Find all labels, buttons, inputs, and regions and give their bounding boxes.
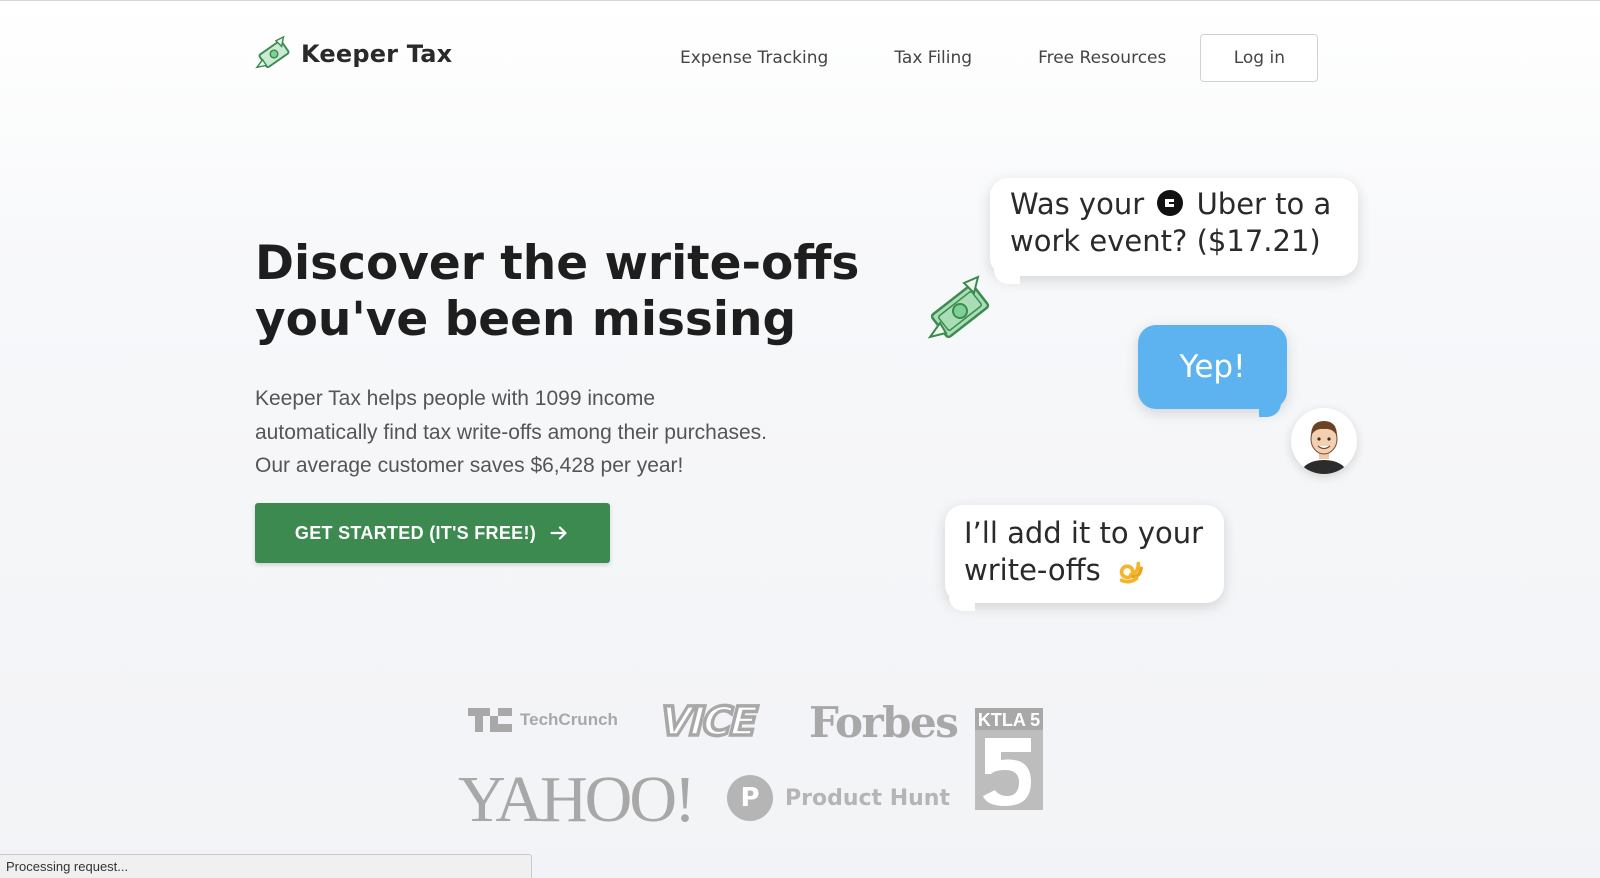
techcrunch-text: TechCrunch — [520, 710, 618, 729]
brand-logo[interactable]: Keeper Tax — [255, 35, 452, 73]
uber-icon — [1157, 190, 1184, 216]
chat-confirm-line2: write-offs — [964, 553, 1101, 587]
get-started-label: GET STARTED (IT'S FREE!) — [294, 522, 537, 543]
nav-free-resources[interactable]: Free Resources — [1038, 48, 1166, 68]
chat-bubble-reply: Yep! — [1138, 325, 1287, 417]
ktla-text: KTLA 5 — [978, 710, 1040, 730]
get-started-button[interactable]: GET STARTED (IT'S FREE!) — [255, 503, 610, 563]
bubble-tail — [994, 270, 1020, 284]
chat-question-part1: Was your — [1010, 187, 1145, 221]
forbes-logo: Forbes — [809, 698, 959, 747]
bubble-tail — [949, 597, 975, 611]
brand-name: Keeper Tax — [301, 40, 453, 68]
chat-question-part2: Uber to a — [1196, 187, 1332, 221]
hero-description: Keeper Tax helps people with 1099 income… — [255, 382, 795, 483]
producthunt-text: Product Hunt — [785, 785, 950, 811]
arrow-right-icon — [550, 526, 567, 540]
bubble-tail — [1259, 403, 1281, 417]
techcrunch-logo: TechCrunch — [468, 708, 618, 732]
chat-confirm-line1: I’ll add it to your — [964, 516, 1204, 550]
hero-desc-line1: Keeper Tax helps people with 1099 income — [255, 387, 656, 410]
hero-desc-line2: automatically find tax write-offs among … — [255, 420, 768, 444]
producthunt-mark: P — [727, 775, 773, 821]
producthunt-logo: P Product Hunt — [727, 775, 950, 821]
chat-bubble-confirm: I’ll add it to your write-offs — [945, 505, 1224, 611]
hero-desc-line3: Our average customer saves $6,428 per ye… — [255, 454, 684, 477]
ok-hand-emoji-icon — [1119, 561, 1143, 584]
chat-reply-text: Yep! — [1179, 349, 1246, 385]
money-wings-logo-icon — [255, 35, 290, 69]
chat-question-part3: work event? ($17.21) — [1010, 224, 1321, 258]
hero-title-line2: you've been missing — [255, 292, 797, 347]
ktla5-logo: KTLA 5 — [975, 708, 1043, 810]
svg-text:VICE: VICE — [655, 698, 761, 743]
login-button[interactable]: Log in — [1200, 34, 1319, 82]
status-text: Processing request... — [6, 859, 129, 874]
main-nav: Expense Tracking Tax Filing Free Resourc… — [680, 34, 1319, 82]
top-border — [0, 0, 1600, 1]
user-avatar — [1291, 408, 1357, 474]
money-wings-icon — [927, 275, 990, 339]
browser-status-bar: Processing request... — [0, 854, 532, 878]
nav-expense-tracking[interactable]: Expense Tracking — [680, 48, 828, 68]
techcrunch-mark — [468, 708, 512, 732]
chat-bubble-question: Was your Uber to a work event? ($17.21) — [990, 178, 1358, 284]
nav-tax-filing[interactable]: Tax Filing — [894, 48, 972, 68]
hero-title: Discover the write-offs you've been miss… — [255, 236, 875, 348]
yahoo-logo: YAHOO! — [458, 763, 696, 836]
hero-title-line1: Discover the write-offs — [255, 236, 860, 291]
vice-logo: VICE — [653, 697, 763, 743]
